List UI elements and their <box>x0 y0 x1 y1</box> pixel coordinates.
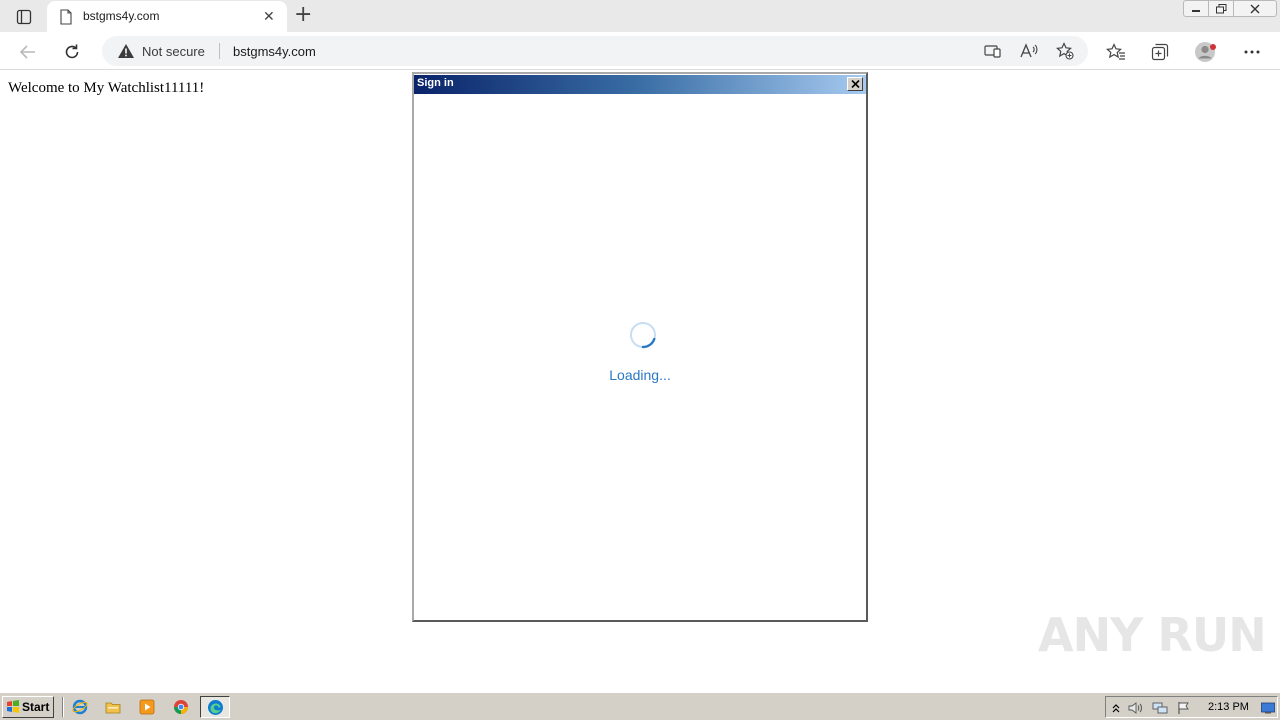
flag-icon <box>1178 702 1189 714</box>
start-label: Start <box>22 700 50 714</box>
warning-icon[interactable] <box>117 43 135 59</box>
refresh-icon <box>65 44 79 59</box>
tray-clock[interactable]: 2:13 PM <box>1208 701 1249 713</box>
taskbar-edge-active[interactable] <box>200 696 230 718</box>
loading-spinner-icon <box>630 322 656 349</box>
show-desktop-button[interactable] <box>1260 700 1276 716</box>
system-tray: 2:13 PM <box>1105 696 1278 718</box>
address-divider <box>219 43 220 59</box>
dialog-title-bar[interactable]: Sign in <box>414 75 866 94</box>
quicklaunch-explorer[interactable] <box>104 698 122 716</box>
watermark-text: ANY RUN <box>1038 608 1267 662</box>
read-aloud-button[interactable] <box>1020 42 1038 60</box>
desktop-icon <box>1261 702 1275 714</box>
favorites-icon <box>1106 43 1125 60</box>
minimize-icon <box>1192 9 1200 12</box>
collections-icon <box>1151 43 1169 61</box>
tab-actions-button[interactable] <box>8 6 40 28</box>
edge-icon <box>208 700 223 715</box>
window-restore-button[interactable] <box>1208 0 1234 17</box>
favorites-button[interactable] <box>1105 41 1127 63</box>
loading-text: Loading... <box>609 367 671 383</box>
more-icon <box>1244 50 1260 54</box>
media-player-icon <box>139 699 155 715</box>
close-icon <box>1250 4 1260 13</box>
quicklaunch-media-player[interactable] <box>138 698 156 716</box>
tray-action-center[interactable] <box>1176 700 1192 716</box>
url-text[interactable]: bstgms4y.com <box>233 44 316 59</box>
tab-actions-icon <box>16 9 32 25</box>
dialog-title: Sign in <box>417 77 454 89</box>
windows-logo-icon <box>7 700 19 713</box>
tab-active[interactable]: bstgms4y.com ✕ <box>47 1 287 32</box>
speaker-icon <box>1128 702 1142 714</box>
app-install-icon <box>983 45 1001 58</box>
network-icon <box>1152 702 1168 714</box>
browser-toolbar: Not secure bstgms4y.com <box>0 32 1280 70</box>
avatar-icon <box>1195 42 1216 62</box>
back-arrow-icon <box>19 45 35 59</box>
folder-icon <box>105 702 121 714</box>
page-viewport: Welcome to My Watchlist11111! Sign in Lo… <box>0 71 1280 692</box>
add-favorite-button[interactable] <box>1056 42 1074 60</box>
tab-title: bstgms4y.com <box>83 9 160 23</box>
sign-in-dialog: Sign in Loading... <box>412 72 868 622</box>
chevron-up-icon <box>1112 704 1120 713</box>
tray-volume[interactable] <box>1128 700 1144 716</box>
address-bar[interactable]: Not secure bstgms4y.com <box>102 36 1088 66</box>
close-icon <box>850 80 860 88</box>
restore-icon <box>1215 3 1226 13</box>
back-button[interactable] <box>17 41 39 63</box>
tab-close-icon[interactable]: ✕ <box>263 9 275 23</box>
star-add-icon <box>1056 42 1074 60</box>
watermark: ANY RUN <box>1038 608 1267 662</box>
taskbar-divider <box>62 697 64 717</box>
taskbar: Start 2:13 PM <box>0 692 1280 720</box>
chrome-icon <box>173 700 189 715</box>
settings-menu-button[interactable] <box>1241 41 1263 63</box>
quicklaunch-ie[interactable] <box>71 698 89 716</box>
quicklaunch-chrome[interactable] <box>172 698 190 716</box>
read-aloud-icon <box>1020 43 1038 58</box>
welcome-heading: Welcome to My Watchlist11111! <box>8 80 205 96</box>
start-button[interactable]: Start <box>2 696 54 718</box>
window-minimize-button[interactable] <box>1183 0 1209 17</box>
collections-button[interactable] <box>1149 41 1171 63</box>
window-close-button[interactable] <box>1233 0 1277 17</box>
tray-network[interactable] <box>1152 700 1168 716</box>
tray-expand-button[interactable] <box>1108 700 1124 716</box>
tab-strip: bstgms4y.com ✕ + <box>0 0 1280 32</box>
app-available-button[interactable] <box>983 42 1001 60</box>
profile-button[interactable] <box>1195 41 1217 63</box>
internet-explorer-icon <box>72 699 88 715</box>
dialog-close-button[interactable] <box>847 77 863 91</box>
new-tab-icon[interactable]: + <box>294 4 312 26</box>
refresh-button[interactable] <box>61 41 83 63</box>
security-status[interactable]: Not secure <box>142 44 205 59</box>
page-icon <box>60 9 72 25</box>
